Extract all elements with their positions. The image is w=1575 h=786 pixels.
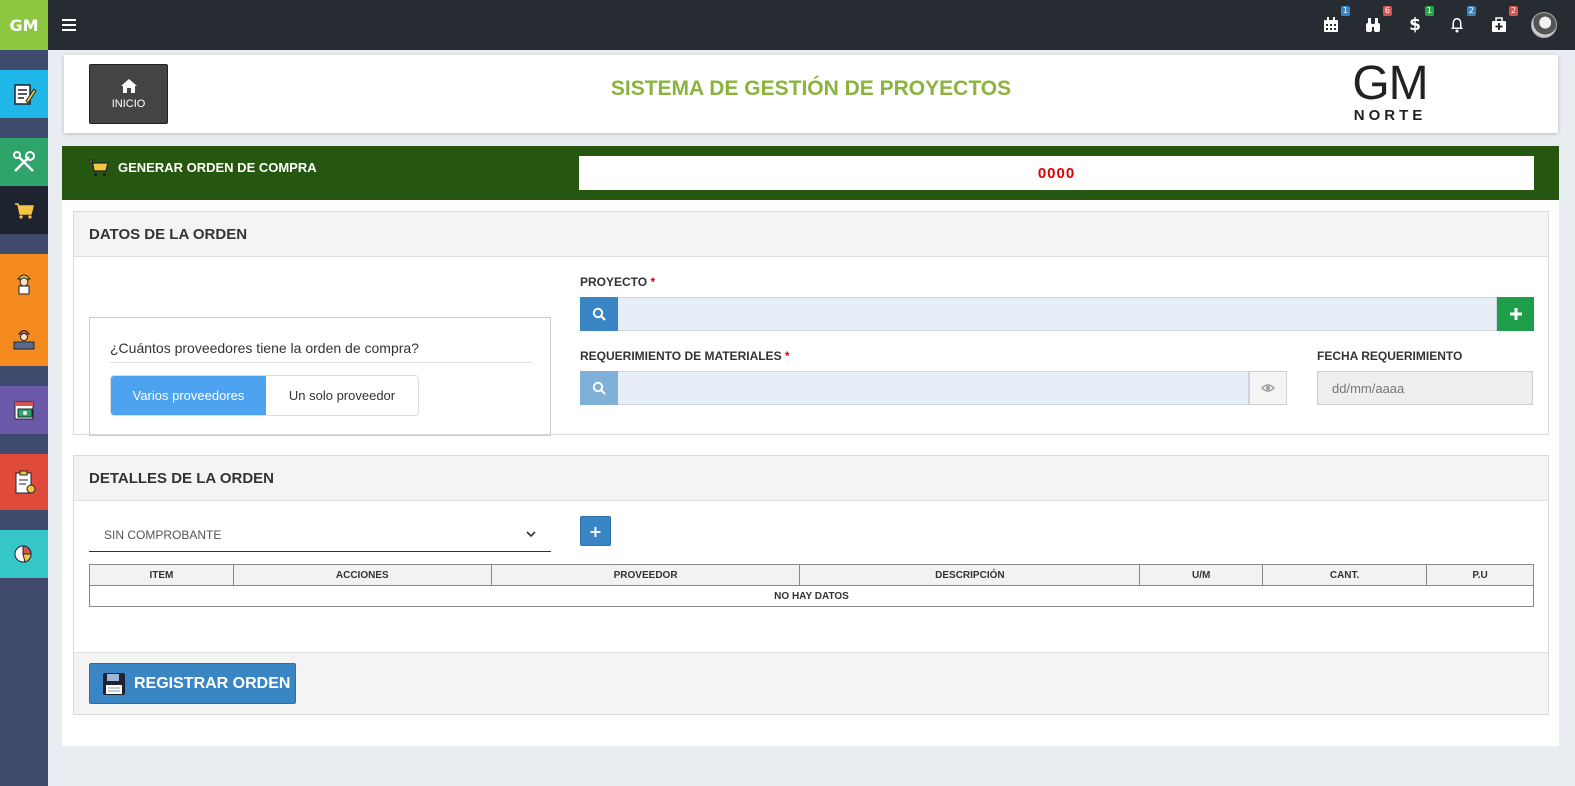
order-details-card: DETALLES DE LA ORDEN SIN COMPROBANTE + I… <box>73 455 1549 715</box>
requerimiento-input-group <box>580 371 1287 405</box>
bell-badge: 2 <box>1466 6 1476 16</box>
logo-sub: NORTE <box>1353 107 1427 124</box>
column-header[interactable]: U/M <box>1139 564 1264 586</box>
proyecto-search-button[interactable] <box>580 297 618 331</box>
order-details-footer: REGISTRAR ORDEN <box>74 652 1548 714</box>
providers-box: ¿Cuántos proveedores tiene la orden de c… <box>89 317 551 436</box>
proyecto-label: PROYECTO * <box>580 275 655 289</box>
order-number: 0000 <box>579 156 1534 190</box>
company-logo: GM NORTE <box>1344 57 1436 124</box>
add-item-button[interactable]: + <box>580 516 611 546</box>
calendar-badge: 1 <box>1340 6 1350 16</box>
comprobante-select[interactable]: SIN COMPROBANTE <box>89 518 551 552</box>
binoculars-badge: 6 <box>1382 6 1392 16</box>
proyecto-input-group <box>580 297 1534 331</box>
medkit-icon[interactable]: 2 <box>1489 6 1518 35</box>
page-title: SISTEMA DE GESTIÓN DE PROYECTOS <box>610 77 1012 100</box>
clipboard-icon <box>15 470 36 494</box>
main-panel: DATOS DE LA ORDEN ¿Cuántos proveedores t… <box>62 200 1559 746</box>
medkit-badge: 2 <box>1508 6 1518 16</box>
dollar-icon[interactable]: $ 1 <box>1405 6 1434 35</box>
save-icon <box>103 672 125 695</box>
column-header[interactable]: CANT. <box>1262 564 1428 586</box>
comprobante-value: SIN COMPROBANTE <box>104 527 222 542</box>
sidebar-item-workers[interactable] <box>0 254 48 310</box>
column-header[interactable]: ACCIONES <box>232 564 492 586</box>
column-header[interactable]: P.U <box>1426 564 1534 586</box>
home-icon <box>120 79 137 93</box>
table-row: NO HAY DATOS <box>89 585 1534 607</box>
table-header-row: ITEM ACCIONES PROVEEDOR DESCRIPCIÓN U/M … <box>89 564 1534 586</box>
sidebar-item-tools[interactable] <box>0 138 48 186</box>
requerimiento-label: REQUERIMIENTO DE MATERIALES * <box>580 349 790 363</box>
required-mark: * <box>650 275 656 289</box>
fecha-input[interactable]: dd/mm/aaaa <box>1317 371 1533 405</box>
order-bar: GENERAR ORDEN DE COMPRA 0000 <box>62 146 1559 200</box>
column-header[interactable]: ITEM <box>89 564 234 586</box>
multiple-providers-option[interactable]: Varios proveedores <box>111 376 266 415</box>
user-avatar[interactable] <box>1531 12 1557 38</box>
dollar-badge: 1 <box>1424 6 1434 16</box>
order-details-heading: DETALLES DE LA ORDEN <box>74 456 1548 501</box>
order-data-card: DATOS DE LA ORDEN ¿Cuántos proveedores t… <box>73 211 1549 436</box>
view-requerimiento-button[interactable] <box>1249 371 1287 405</box>
order-data-body: ¿Cuántos proveedores tiene la orden de c… <box>74 257 1548 436</box>
requerimiento-search-button[interactable] <box>580 371 618 405</box>
top-navbar: GM 1 6 $ 1 2 2 <box>0 0 1575 50</box>
single-provider-option[interactable]: Un solo proveedor <box>266 376 418 415</box>
eye-icon <box>1261 384 1275 392</box>
register-order-label: REGISTRAR ORDEN <box>134 674 291 692</box>
requerimiento-input[interactable] <box>618 371 1249 405</box>
sidebar-item-stats[interactable] <box>0 530 48 578</box>
order-bar-title: GENERAR ORDEN DE COMPRA <box>118 160 317 175</box>
requerimiento-label-text: REQUERIMIENTO DE MATERIALES <box>580 349 782 363</box>
home-button[interactable]: INICIO <box>89 64 168 124</box>
chevron-down-icon <box>526 531 536 538</box>
logo-main: GM <box>1352 57 1428 110</box>
chart-icon <box>14 545 32 563</box>
header-card: INICIO SISTEMA DE GESTIÓN DE PROYECTOS G… <box>64 55 1558 133</box>
sidebar <box>0 50 48 786</box>
tools-icon <box>13 151 35 172</box>
providers-toggle: Varios proveedores Un solo proveedor <box>110 375 419 416</box>
cart-icon <box>15 203 34 219</box>
proyecto-label-text: PROYECTO <box>580 275 648 289</box>
sidebar-item-reports[interactable] <box>0 454 48 510</box>
add-proyecto-button[interactable] <box>1497 297 1534 331</box>
home-label: INICIO <box>111 98 146 110</box>
binoculars-icon[interactable]: 6 <box>1363 6 1392 35</box>
calendar-icon[interactable]: 1 <box>1321 6 1350 35</box>
order-details-body: SIN COMPROBANTE + ITEM ACCIONES PROVEEDO… <box>74 501 1548 652</box>
nav-icons: 1 6 $ 1 2 2 <box>1321 0 1557 50</box>
dollar-glyph: $ <box>1409 15 1421 35</box>
search-icon <box>592 307 606 321</box>
column-header[interactable]: DESCRIPCIÓN <box>799 564 1141 586</box>
search-icon <box>592 381 606 395</box>
required-mark: * <box>784 349 790 363</box>
bell-icon[interactable]: 2 <box>1447 6 1476 35</box>
worker-crowd-icon <box>13 330 35 350</box>
worker-icon <box>16 274 32 295</box>
column-header[interactable]: PROVEEDOR <box>490 564 801 586</box>
money-calendar-icon <box>14 401 34 420</box>
proyecto-input[interactable] <box>618 297 1497 331</box>
cart-icon <box>89 159 109 177</box>
order-data-heading: DATOS DE LA ORDEN <box>74 212 1548 257</box>
register-order-button[interactable]: REGISTRAR ORDEN <box>89 663 296 704</box>
sidebar-item-crews[interactable] <box>0 310 48 366</box>
empty-table-message: NO HAY DATOS <box>89 585 1534 607</box>
sidebar-item-purchases[interactable] <box>0 186 48 234</box>
brand-logo[interactable]: GM <box>0 0 48 50</box>
notepad-icon <box>14 84 37 105</box>
items-table: ITEM ACCIONES PROVEEDOR DESCRIPCIÓN U/M … <box>89 564 1534 607</box>
menu-toggle-icon[interactable] <box>62 17 76 33</box>
fecha-label: FECHA REQUERIMIENTO <box>1317 349 1463 363</box>
providers-question: ¿Cuántos proveedores tiene la orden de c… <box>110 340 531 363</box>
plus-icon <box>1509 308 1522 320</box>
sidebar-item-payroll[interactable] <box>0 386 48 434</box>
sidebar-item-notes[interactable] <box>0 70 48 118</box>
